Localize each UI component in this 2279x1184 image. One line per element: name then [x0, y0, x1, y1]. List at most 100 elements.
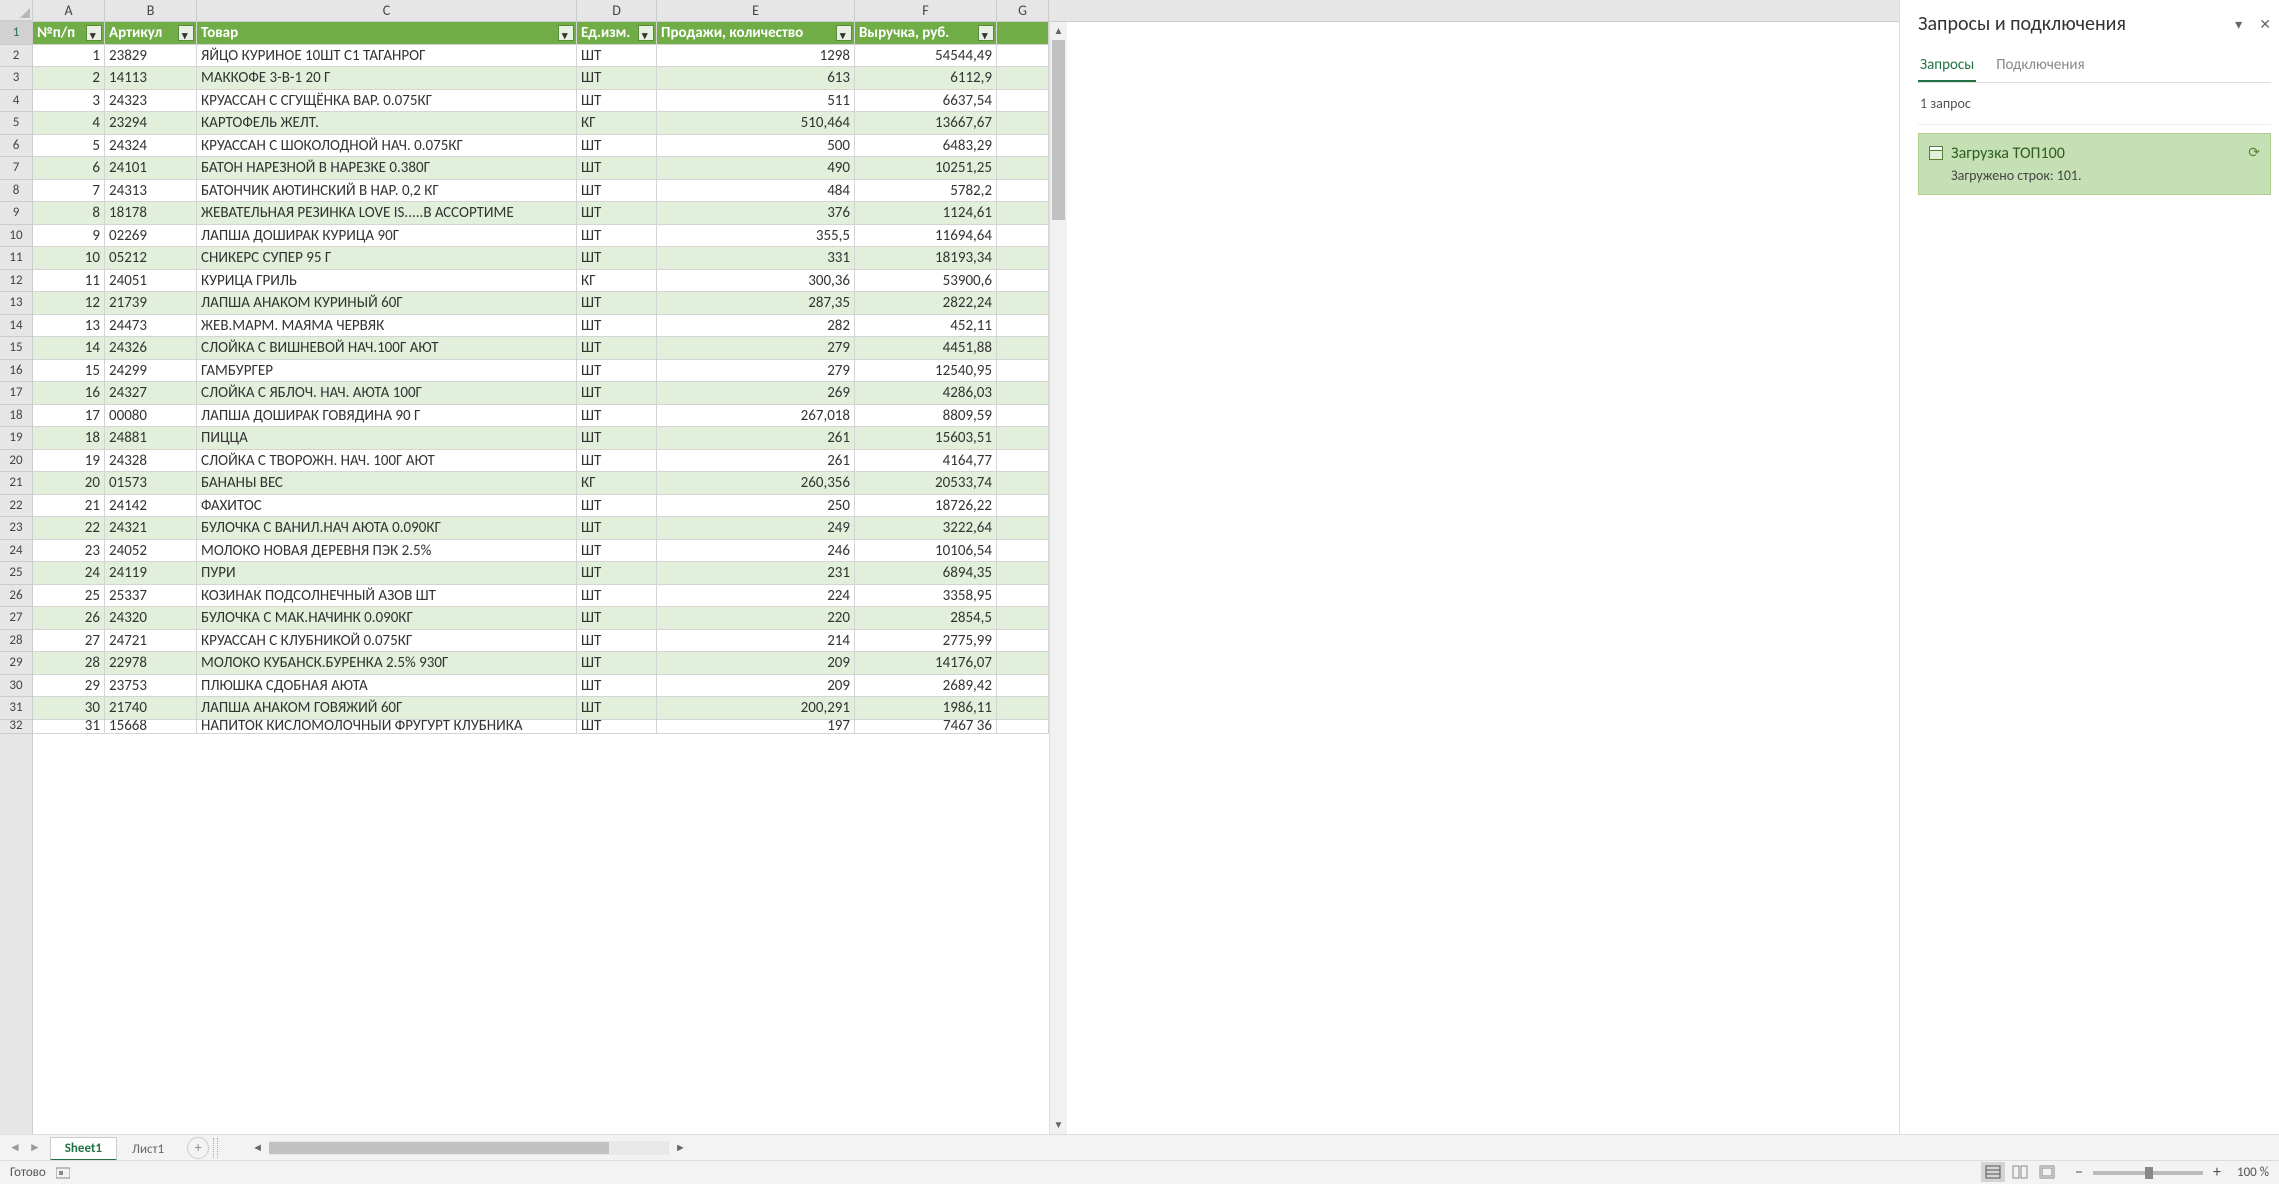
cell-art[interactable]: 15668: [105, 720, 197, 734]
cell-unit[interactable]: ШТ: [577, 517, 657, 540]
table-header-F[interactable]: Выручка, руб.: [855, 22, 997, 45]
row-header-28[interactable]: 28: [0, 630, 32, 653]
cell-empty[interactable]: [997, 360, 1049, 383]
refresh-icon[interactable]: ⟳: [2248, 144, 2260, 161]
cell-rev[interactable]: 4286,03: [855, 382, 997, 405]
cell-art[interactable]: 24119: [105, 562, 197, 585]
cell-art[interactable]: 23294: [105, 112, 197, 135]
tab-queries[interactable]: Запросы: [1918, 50, 1976, 82]
cell-name[interactable]: ЛАПША АНАКОМ КУРИНЫЙ 60Г: [197, 292, 577, 315]
cell-qty[interactable]: 613: [657, 67, 855, 90]
cell-empty[interactable]: [997, 22, 1049, 45]
row-header-25[interactable]: 25: [0, 562, 32, 585]
zoom-slider-thumb[interactable]: [2145, 1167, 2153, 1179]
cell-unit[interactable]: ШТ: [577, 360, 657, 383]
cell-art[interactable]: 24721: [105, 630, 197, 653]
row-header-31[interactable]: 31: [0, 697, 32, 720]
cell-unit[interactable]: ШТ: [577, 225, 657, 248]
cell-qty[interactable]: 484: [657, 180, 855, 203]
cell-num[interactable]: 10: [33, 247, 105, 270]
cell-unit[interactable]: ШТ: [577, 67, 657, 90]
cell-num[interactable]: 14: [33, 337, 105, 360]
cell-unit[interactable]: ШТ: [577, 427, 657, 450]
cell-num[interactable]: 20: [33, 472, 105, 495]
cell-name[interactable]: ЖЕВ.МАРМ. МАЯМА ЧЕРВЯК: [197, 315, 577, 338]
macro-record-icon[interactable]: [56, 1166, 70, 1180]
cell-rev[interactable]: 10106,54: [855, 540, 997, 563]
sheet-nav-prev[interactable]: ►: [26, 1140, 44, 1155]
scroll-down-arrow[interactable]: ▼: [1050, 1116, 1067, 1134]
cell-empty[interactable]: [997, 472, 1049, 495]
cell-art[interactable]: 21740: [105, 697, 197, 720]
cell-rev[interactable]: 6637,54: [855, 90, 997, 113]
cell-rev[interactable]: 8809,59: [855, 405, 997, 428]
cell-rev[interactable]: 14176,07: [855, 652, 997, 675]
row-header-18[interactable]: 18: [0, 405, 32, 428]
cell-empty[interactable]: [997, 405, 1049, 428]
col-header-F[interactable]: F: [855, 0, 997, 21]
cell-qty[interactable]: 1298: [657, 45, 855, 68]
cell-rev[interactable]: 2822,24: [855, 292, 997, 315]
cell-rev[interactable]: 1986,11: [855, 697, 997, 720]
vscroll-thumb[interactable]: [1052, 40, 1065, 220]
cell-num[interactable]: 21: [33, 495, 105, 518]
cell-qty[interactable]: 490: [657, 157, 855, 180]
zoom-in-button[interactable]: +: [2209, 1163, 2225, 1182]
cell-empty[interactable]: [997, 607, 1049, 630]
cell-empty[interactable]: [997, 495, 1049, 518]
cell-name[interactable]: БУЛОЧКА С МАК.НАЧИНК 0.090КГ: [197, 607, 577, 630]
cell-qty[interactable]: 220: [657, 607, 855, 630]
cell-num[interactable]: 27: [33, 630, 105, 653]
select-all-corner[interactable]: [0, 0, 33, 21]
table-header-B[interactable]: Артикул: [105, 22, 197, 45]
cell-unit[interactable]: ШТ: [577, 90, 657, 113]
cell-art[interactable]: 25337: [105, 585, 197, 608]
cell-qty[interactable]: 209: [657, 675, 855, 698]
cell-rev[interactable]: 18726,22: [855, 495, 997, 518]
cell-rev[interactable]: 6112,9: [855, 67, 997, 90]
cell-empty[interactable]: [997, 270, 1049, 293]
cell-rev[interactable]: 452,11: [855, 315, 997, 338]
cell-art[interactable]: 14113: [105, 67, 197, 90]
cell-art[interactable]: 24051: [105, 270, 197, 293]
cell-qty[interactable]: 214: [657, 630, 855, 653]
row-header-22[interactable]: 22: [0, 495, 32, 518]
row-header-24[interactable]: 24: [0, 540, 32, 563]
cell-num[interactable]: 17: [33, 405, 105, 428]
cell-unit[interactable]: ШТ: [577, 292, 657, 315]
cell-art[interactable]: 24142: [105, 495, 197, 518]
panel-close-icon[interactable]: ✕: [2259, 16, 2271, 33]
cell-unit[interactable]: КГ: [577, 472, 657, 495]
cell-num[interactable]: 16: [33, 382, 105, 405]
cell-num[interactable]: 2: [33, 67, 105, 90]
cell-qty[interactable]: 250: [657, 495, 855, 518]
cell-rev[interactable]: 2854,5: [855, 607, 997, 630]
cell-art[interactable]: 18178: [105, 202, 197, 225]
cell-unit[interactable]: ШТ: [577, 540, 657, 563]
cell-qty[interactable]: 279: [657, 337, 855, 360]
cell-unit[interactable]: ШТ: [577, 450, 657, 473]
cell-qty[interactable]: 500: [657, 135, 855, 158]
cell-unit[interactable]: ШТ: [577, 45, 657, 68]
cell-art[interactable]: 01573: [105, 472, 197, 495]
cell-art[interactable]: 24313: [105, 180, 197, 203]
col-header-G[interactable]: G: [997, 0, 1049, 21]
cell-empty[interactable]: [997, 720, 1049, 734]
cell-name[interactable]: КРУАССАН С КЛУБНИКОЙ 0.075КГ: [197, 630, 577, 653]
cell-num[interactable]: 8: [33, 202, 105, 225]
cell-rev[interactable]: 2775,99: [855, 630, 997, 653]
cell-rev[interactable]: 5782,2: [855, 180, 997, 203]
cell-unit[interactable]: ШТ: [577, 562, 657, 585]
cell-num[interactable]: 26: [33, 607, 105, 630]
cell-rev[interactable]: 54544,49: [855, 45, 997, 68]
table-header-D[interactable]: Ед.изм.: [577, 22, 657, 45]
table-header-C[interactable]: Товар: [197, 22, 577, 45]
row-header-3[interactable]: 3: [0, 67, 32, 90]
cell-name[interactable]: БАТОН НАРЕЗНОЙ В НАРЕЗКЕ 0.380Г: [197, 157, 577, 180]
row-header-10[interactable]: 10: [0, 225, 32, 248]
cell-qty[interactable]: 224: [657, 585, 855, 608]
cell-rev[interactable]: 15603,51: [855, 427, 997, 450]
horizontal-scrollbar[interactable]: [269, 1141, 669, 1155]
cell-art[interactable]: 24299: [105, 360, 197, 383]
cell-num[interactable]: 1: [33, 45, 105, 68]
